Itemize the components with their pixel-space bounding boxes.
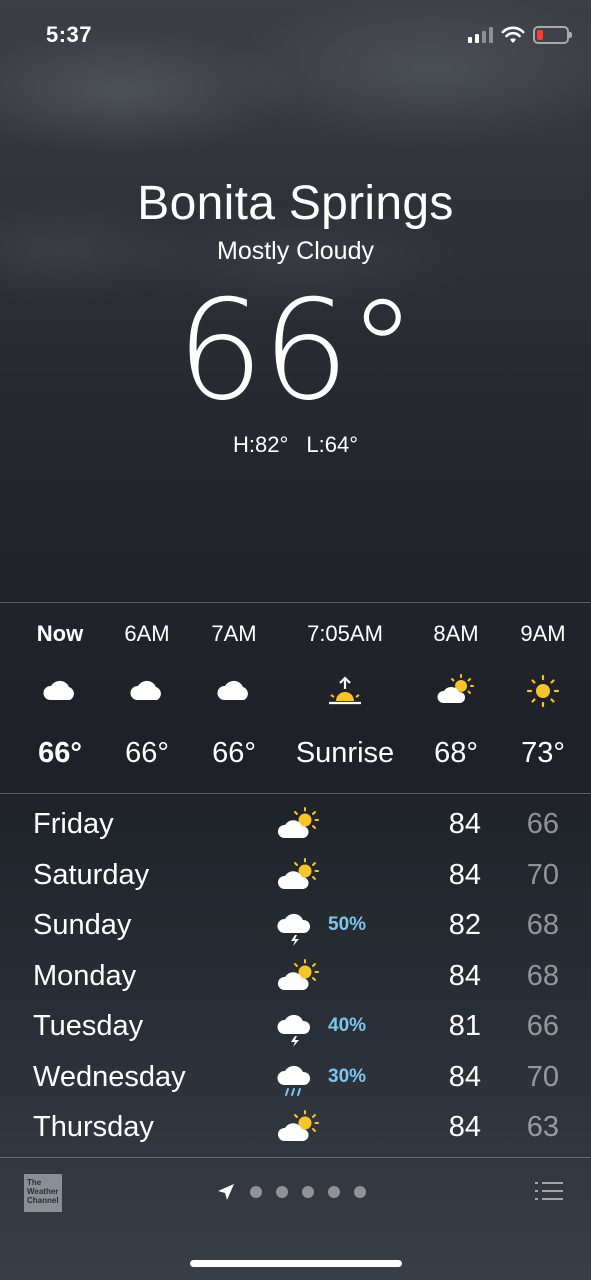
day-high: 82 — [448, 909, 481, 941]
cloud-icon — [217, 680, 248, 700]
day-high: 84 — [448, 1060, 481, 1093]
page-dot[interactable] — [302, 1186, 314, 1198]
battery-icon — [533, 26, 572, 44]
partly-sunny-icon — [437, 674, 474, 703]
page-dot[interactable] — [250, 1186, 262, 1198]
hour-temp: 66° — [125, 737, 169, 769]
day-row: Thursday 84 63 — [0, 1103, 591, 1154]
page-indicator[interactable] — [216, 1182, 366, 1202]
day-low: 66 — [526, 808, 559, 840]
partly-sunny-icon — [277, 958, 319, 990]
day-name: Friday — [33, 808, 114, 840]
day-name: Thursday — [33, 1111, 154, 1143]
list-icon[interactable] — [535, 1180, 563, 1202]
sunrise-icon — [329, 676, 361, 705]
rain-icon — [277, 1065, 311, 1096]
hour-time: 8AM — [433, 621, 479, 646]
weather-channel-logo[interactable]: The Weather Channel — [24, 1174, 62, 1212]
day-name: Sunday — [33, 909, 132, 941]
day-name: Wednesday — [33, 1060, 186, 1093]
day-high: 81 — [448, 1010, 481, 1042]
hourly-item: 8AM 68° — [416, 603, 496, 795]
status-icons — [468, 26, 572, 44]
hour-temp: 68° — [434, 737, 478, 769]
condition-text: Mostly Cloudy — [217, 237, 374, 265]
hour-time: 6AM — [124, 621, 170, 646]
day-row: Friday 84 66 — [0, 800, 591, 851]
partly-sunny-icon — [277, 807, 319, 838]
city-name: Bonita Springs — [137, 177, 454, 230]
day-low: 68 — [526, 909, 559, 941]
day-row: Tuesday 40% 81 66 — [0, 1002, 591, 1053]
precip-chance: 30% — [328, 1065, 367, 1087]
hour-time: 7AM — [211, 621, 257, 646]
status-time: 5:37 — [46, 22, 93, 47]
day-row: Saturday 84 70 — [0, 851, 591, 902]
day-low: 70 — [526, 1060, 559, 1093]
hour-temp: 66° — [212, 737, 256, 769]
current-temperature: 66° — [176, 270, 417, 431]
sun-icon — [526, 674, 560, 708]
partly-sunny-icon — [277, 1110, 319, 1141]
status-bar: 5:37 — [0, 0, 591, 60]
day-low: 70 — [526, 858, 559, 891]
day-row: Monday 84 68 — [0, 952, 591, 1003]
partly-sunny-icon — [277, 857, 319, 889]
day-high: 84 — [448, 808, 481, 840]
cloud-icon — [130, 680, 161, 700]
hour-temp: 66° — [38, 737, 82, 769]
day-row: Wednesday 30% 84 70 — [0, 1053, 591, 1104]
day-name: Saturday — [33, 858, 150, 891]
thunderstorm-icon — [277, 1014, 311, 1047]
hourly-item: 7:05AM Sunrise — [285, 603, 405, 795]
hourly-item: Now 66° — [20, 603, 100, 795]
page-dot[interactable] — [276, 1186, 288, 1198]
page-dot[interactable] — [328, 1186, 340, 1198]
cloud-icon — [43, 680, 74, 700]
day-low: 66 — [526, 1010, 559, 1042]
day-low: 63 — [526, 1111, 559, 1143]
hour-time: Now — [36, 621, 84, 646]
hourly-item: 7AM 66° — [194, 603, 274, 795]
thunderstorm-icon — [277, 913, 311, 946]
day-high: 84 — [448, 1111, 481, 1143]
low-temp: L:64° — [306, 432, 359, 457]
cellular-signal-icon — [468, 27, 493, 43]
day-high: 84 — [448, 858, 481, 891]
day-row: Sunday 50% 82 68 — [0, 901, 591, 952]
current-conditions: Bonita Springs Mostly Cloudy 66° H:82° L… — [0, 176, 591, 458]
hour-time: 7:05AM — [307, 621, 383, 646]
hourly-forecast[interactable]: Now 66° 6AM 66° 7AM 66° 7:05AM Sunrise 8… — [0, 602, 591, 794]
location-arrow-icon[interactable] — [216, 1182, 236, 1202]
high-temp: H:82° — [232, 432, 289, 457]
hourly-item: 6AM 66° — [107, 603, 187, 795]
day-name: Tuesday — [33, 1010, 144, 1042]
day-name: Monday — [33, 959, 137, 992]
precip-chance: 50% — [328, 914, 367, 935]
hour-temp: Sunrise — [295, 737, 395, 769]
hourly-item: 9AM 73° — [503, 603, 583, 795]
page-dot[interactable] — [354, 1186, 366, 1198]
wifi-icon — [501, 26, 525, 43]
hour-temp: 73° — [521, 737, 565, 769]
hour-time: 9AM — [520, 621, 566, 646]
day-high: 84 — [448, 959, 481, 992]
precip-chance: 40% — [328, 1015, 367, 1036]
home-indicator[interactable] — [190, 1260, 402, 1267]
day-low: 68 — [526, 959, 559, 992]
daily-forecast[interactable]: Friday 84 66 Saturday 84 70 Sunday 50% 8… — [0, 800, 591, 1154]
high-low: H:82° L:64° — [0, 432, 591, 458]
